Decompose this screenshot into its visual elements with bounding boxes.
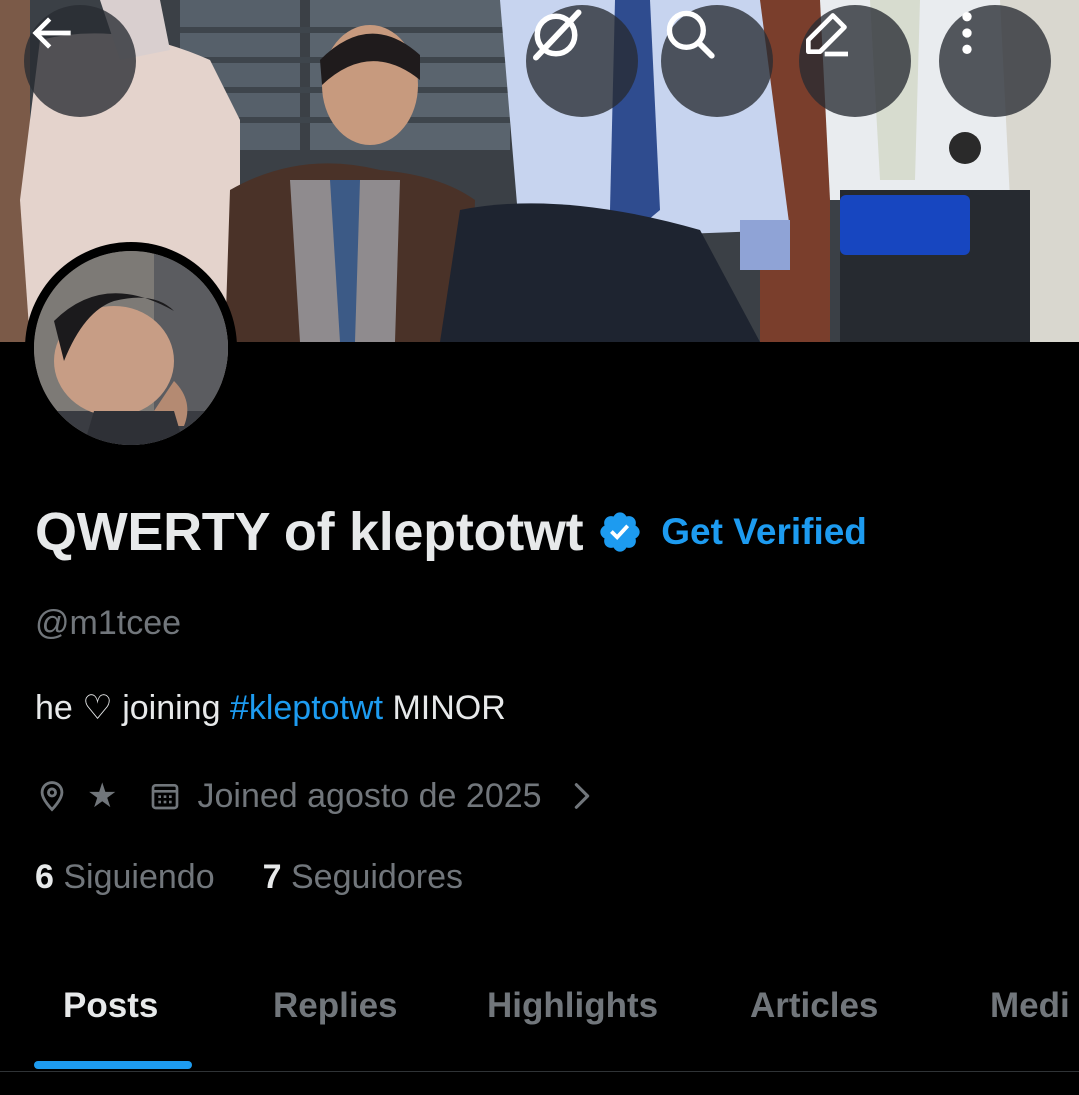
following-label: Siguiendo [53,858,215,896]
following-link[interactable]: 6 Siguiendo [35,858,215,897]
active-tab-indicator [34,1061,192,1069]
tab-replies[interactable]: Replies [273,986,398,1026]
tab-articles[interactable]: Articles [750,986,878,1026]
profile-handle: @m1tcee [35,604,182,642]
bio-text-prefix: he ♡ joining [35,689,230,727]
tab-highlights[interactable]: Highlights [487,986,658,1026]
joined-date: Joined agosto de 2025 [197,776,542,815]
grok-button[interactable] [526,5,638,117]
chevron-right-icon[interactable] [568,779,596,813]
avatar-image [34,251,228,445]
calendar-icon [149,780,181,812]
edit-button[interactable] [799,5,911,117]
display-name: QWERTY of kleptotwt [35,502,584,562]
followers-link[interactable]: 7 Seguidores [263,858,463,897]
avatar[interactable] [25,242,237,454]
location-text: ★ [87,777,118,815]
location-pin-icon [35,779,69,813]
followers-count: 7 [262,858,282,896]
back-button[interactable] [24,5,136,117]
following-count: 6 [35,858,54,896]
profile-tabs: Posts Replies Highlights Articles Medi [0,960,1079,1072]
followers-label: Seguidores [281,858,463,896]
bio-hashtag-link[interactable]: #kleptotwt [230,689,383,727]
get-verified-link[interactable]: Get Verified [661,511,867,553]
profile-meta-row: ★ Joined agosto de 2025 [35,770,596,822]
bio-text-suffix: MINOR [383,689,506,727]
profile-bio: he ♡ joining #kleptotwt MINOR [35,688,506,728]
more-button[interactable] [939,5,1051,117]
tab-media[interactable]: Medi [990,986,1070,1026]
search-button[interactable] [661,5,773,117]
profile-name-row: QWERTY of kleptotwt Get Verified [35,500,867,564]
follow-stats: 6 Siguiendo 7 Seguidores [35,858,463,897]
verified-badge-icon[interactable] [583,509,643,555]
tab-posts[interactable]: Posts [63,986,158,1026]
